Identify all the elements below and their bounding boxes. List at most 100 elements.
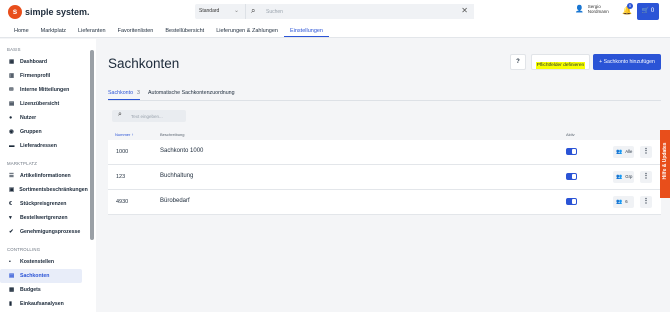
nav-home[interactable]: Home — [8, 24, 35, 37]
filter-input[interactable] — [131, 112, 181, 120]
users-label: Grp — [625, 174, 633, 179]
euro-icon: € — [9, 201, 13, 207]
cart-count: 0 — [650, 8, 655, 14]
users-button[interactable]: 👥 6 — [613, 196, 634, 208]
nav-lieferanten[interactable]: Lieferanten — [72, 24, 112, 37]
sidebar-section-title: MARKTPLATZ — [7, 161, 38, 166]
users-label: 6 — [625, 199, 628, 204]
lock-icon: ▣ — [9, 187, 15, 193]
help-updates-tab[interactable]: Hilfe & Updates — [660, 130, 670, 198]
sidebar-item-kostenstellen[interactable]: ▪ Kostenstellen — [0, 255, 82, 269]
sidebar-item-budgets[interactable]: ▩ Budgets — [0, 283, 82, 297]
nav-favoritenlisten[interactable]: Favoritenlisten — [112, 24, 160, 37]
sidebar-item-label: Stückpreisgrenzen — [20, 201, 67, 207]
sidebar-item-label: Einkaufsanalysen — [20, 301, 64, 307]
sidebar-item-sortimentsbeschraenkungen[interactable]: ▣ Sortimentsbeschränkungen — [0, 183, 88, 197]
users-icon: 👥 — [616, 199, 623, 205]
sort-arrow-icon: ↑ — [131, 132, 134, 137]
notifications-button[interactable]: 🔔 0 — [622, 3, 633, 15]
more-options-button[interactable]: ⋮ — [640, 146, 652, 158]
sidebar-item-mitteilungen[interactable]: ✉ Interne Mitteilungen — [0, 83, 82, 97]
help-updates-label: Hilfe & Updates — [662, 142, 668, 180]
required-fields-button[interactable]: Pflichtfelder definieren — [531, 54, 590, 70]
chart-icon: ▮ — [9, 301, 13, 307]
document-icon: ▤ — [9, 101, 15, 107]
tab-sachkonto[interactable]: Sachkonto 3 — [108, 88, 140, 100]
sidebar-item-label: Sortimentsbeschränkungen — [19, 187, 88, 193]
column-header-description[interactable]: Beschreibung — [160, 132, 184, 137]
active-toggle[interactable] — [566, 173, 577, 180]
nav-lieferungen[interactable]: Lieferungen & Zahlungen — [210, 24, 284, 37]
tab-bar: Sachkonto 3 Automatische Sachkontenzuordn… — [108, 88, 661, 101]
building-icon: ▥ — [9, 73, 15, 79]
search-box[interactable]: ⌕ ✕ — [245, 4, 474, 19]
search-icon[interactable]: ⌕ — [251, 6, 255, 16]
sidebar-item-einkaufsanalysen[interactable]: ▮ Einkaufsanalysen — [0, 297, 82, 311]
cell-number: 4930 — [116, 199, 129, 205]
active-toggle[interactable] — [566, 198, 577, 205]
cell-number: 1000 — [116, 149, 129, 155]
sidebar-item-dashboard[interactable]: ▦ Dashboard — [0, 55, 82, 69]
sidebar-item-label: Lieferadressen — [20, 143, 57, 149]
ledger-icon: ▤ — [9, 273, 15, 279]
top-bar: s simple system. Standard ⌄ ⌕ ✕ 👤 Sergio… — [0, 0, 670, 24]
shop-select[interactable]: Standard ⌄ — [195, 4, 245, 19]
column-header-active[interactable]: Aktiv — [566, 132, 575, 137]
sidebar-item-label: Firmenprofil — [20, 73, 51, 79]
tab-automatische-zuordnung[interactable]: Automatische Sachkontenzuordnung — [148, 88, 235, 99]
cart-button[interactable]: 🛒 0 — [637, 3, 659, 20]
sidebar-item-label: Interne Mitteilungen — [20, 87, 70, 93]
table-row[interactable]: 1000 Sachkonto 1000 👥 Alle ⋮ — [108, 140, 661, 165]
table-header: Nummer ↑ Beschreibung Aktiv — [108, 130, 661, 139]
logo[interactable]: s simple system. — [8, 5, 90, 19]
chevron-down-icon: ⌄ — [233, 8, 239, 14]
sidebar-item-label: Budgets — [20, 287, 41, 293]
users-icon: ● — [9, 115, 13, 121]
table-row[interactable]: 123 Buchhaltung 👥 Grp ⋮ — [108, 165, 661, 190]
cart-icon: ▾ — [9, 215, 12, 221]
sidebar-item-label: Artikelinformationen — [20, 173, 71, 179]
column-header-number[interactable]: Nummer ↑ — [115, 132, 133, 137]
active-toggle[interactable] — [566, 148, 577, 155]
sidebar-item-lizenzen[interactable]: ▤ Lizenzübersicht — [0, 97, 82, 111]
user-menu[interactable]: 👤 Sergio Nordmann — [575, 4, 609, 14]
nav-bestelluebersicht[interactable]: Bestellübersicht — [159, 24, 210, 37]
list-icon: ☰ — [9, 173, 14, 179]
table-row[interactable]: 4930 Bürobedarf 👥 6 ⋮ — [108, 190, 661, 215]
cart-icon: 🛒 — [641, 8, 650, 14]
sidebar-item-label: Gruppen — [20, 129, 42, 135]
nav-marktplatz[interactable]: Marktplatz — [35, 24, 72, 37]
help-button[interactable]: ? — [510, 54, 526, 70]
more-options-button[interactable]: ⋮ — [640, 196, 652, 208]
sidebar-item-artikelinformationen[interactable]: ☰ Artikelinformationen — [0, 169, 82, 183]
users-button[interactable]: 👥 Grp — [613, 171, 634, 183]
sidebar-item-sachkonten[interactable]: ▤ Sachkonten — [0, 269, 82, 283]
required-fields-label: Pflichtfelder definieren — [535, 62, 586, 69]
sidebar-item-firmenprofil[interactable]: ▥ Firmenprofil — [0, 69, 82, 83]
users-icon: 👥 — [616, 174, 623, 180]
sitemap-icon: ▪ — [9, 259, 11, 265]
nav-einstellungen[interactable]: Einstellungen — [283, 24, 329, 37]
sidebar-item-label: Kostenstellen — [20, 259, 55, 265]
sidebar-scrollbar[interactable] — [90, 50, 94, 240]
page-title: Sachkonten — [108, 56, 180, 71]
sidebar-item-bestellwertgrenzen[interactable]: ▾ Bestellwertgrenzen — [0, 211, 82, 225]
sidebar-item-stueckpreisgrenzen[interactable]: € Stückpreisgrenzen — [0, 197, 82, 211]
more-options-button[interactable]: ⋮ — [640, 171, 652, 183]
chat-icon: ✉ — [9, 87, 14, 93]
sidebar-item-genehmigungsprozesse[interactable]: ✔ Genehmigungsprozesse — [0, 225, 82, 239]
sidebar-item-gruppen[interactable]: ◉ Gruppen — [0, 125, 82, 139]
sidebar-item-lieferadressen[interactable]: ▬ Lieferadressen — [0, 139, 82, 153]
search-input[interactable] — [266, 7, 446, 17]
tab-label: Sachkonto — [108, 90, 134, 96]
main-content: Sachkonten ? Pflichtfelder definieren + … — [108, 39, 661, 312]
sidebar-item-label: Lizenzübersicht — [20, 101, 60, 107]
sidebar-section-title: BASIS — [7, 47, 21, 52]
sidebar-item-nutzer[interactable]: ● Nutzer — [0, 111, 82, 125]
tab-count: 3 — [137, 90, 140, 96]
users-label: Alle — [625, 149, 633, 154]
add-account-button[interactable]: + Sachkonto hinzufügen — [593, 54, 661, 70]
scan-icon[interactable]: ✕ — [461, 6, 468, 15]
users-button[interactable]: 👥 Alle — [613, 146, 634, 158]
filter-box[interactable]: ⌕ — [112, 110, 186, 122]
